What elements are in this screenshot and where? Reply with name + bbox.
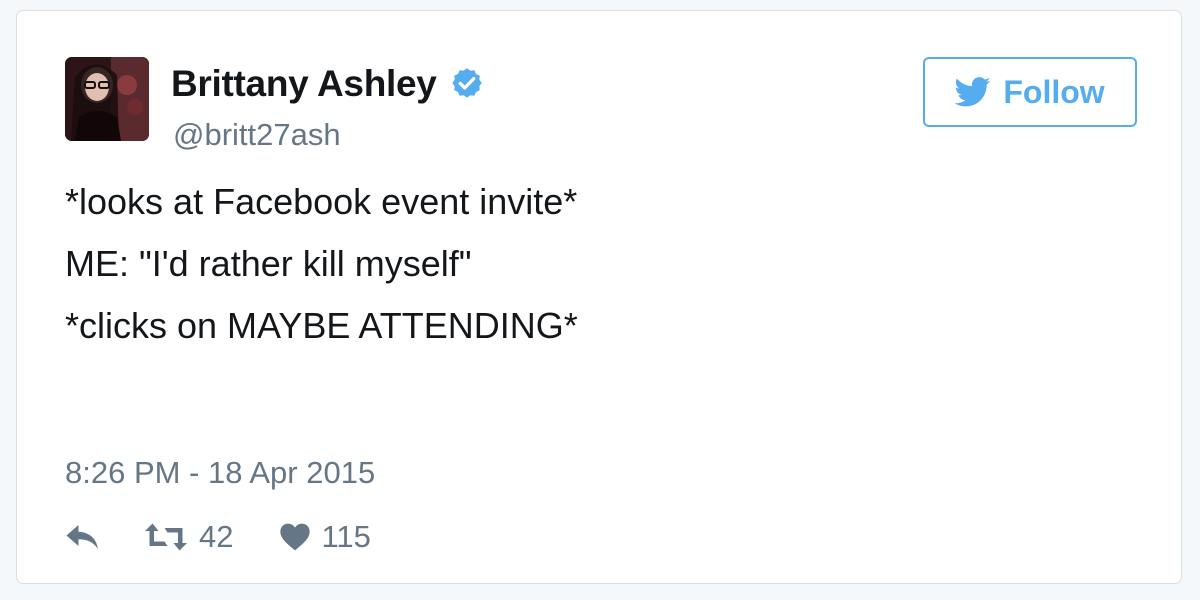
verified-badge-icon bbox=[449, 66, 485, 102]
reply-icon bbox=[66, 525, 98, 549]
retweet-button[interactable]: 42 bbox=[143, 519, 233, 555]
avatar[interactable] bbox=[65, 57, 149, 141]
tweet-line: ME: "I'd rather kill myself" bbox=[65, 243, 472, 284]
retweet-count: 42 bbox=[199, 519, 234, 554]
tweet-timestamp[interactable]: 8:26 PM - 18 Apr 2015 bbox=[65, 455, 375, 491]
follow-label: Follow bbox=[1003, 73, 1105, 110]
reply-button[interactable] bbox=[65, 523, 101, 551]
tweet-line: *clicks on MAYBE ATTENDING* bbox=[65, 305, 578, 346]
tweet-actions: 42 115 bbox=[65, 517, 371, 557]
display-name[interactable]: Brittany Ashley bbox=[171, 63, 437, 105]
retweet-icon bbox=[145, 523, 187, 551]
tweet-line: *looks at Facebook event invite* bbox=[65, 181, 578, 222]
tweet-text: *looks at Facebook event invite* ME: "I'… bbox=[65, 181, 1125, 347]
like-count: 115 bbox=[321, 519, 371, 554]
like-button[interactable]: 115 bbox=[279, 519, 371, 555]
user-handle[interactable]: @britt27ash bbox=[173, 117, 341, 153]
tweet-card: Brittany Ashley @britt27ash Follow *look… bbox=[16, 10, 1182, 584]
name-row: Brittany Ashley bbox=[171, 63, 485, 105]
follow-button[interactable]: Follow bbox=[923, 57, 1137, 127]
avatar-image bbox=[65, 57, 149, 141]
heart-icon bbox=[280, 523, 311, 551]
twitter-bird-icon bbox=[954, 77, 991, 107]
